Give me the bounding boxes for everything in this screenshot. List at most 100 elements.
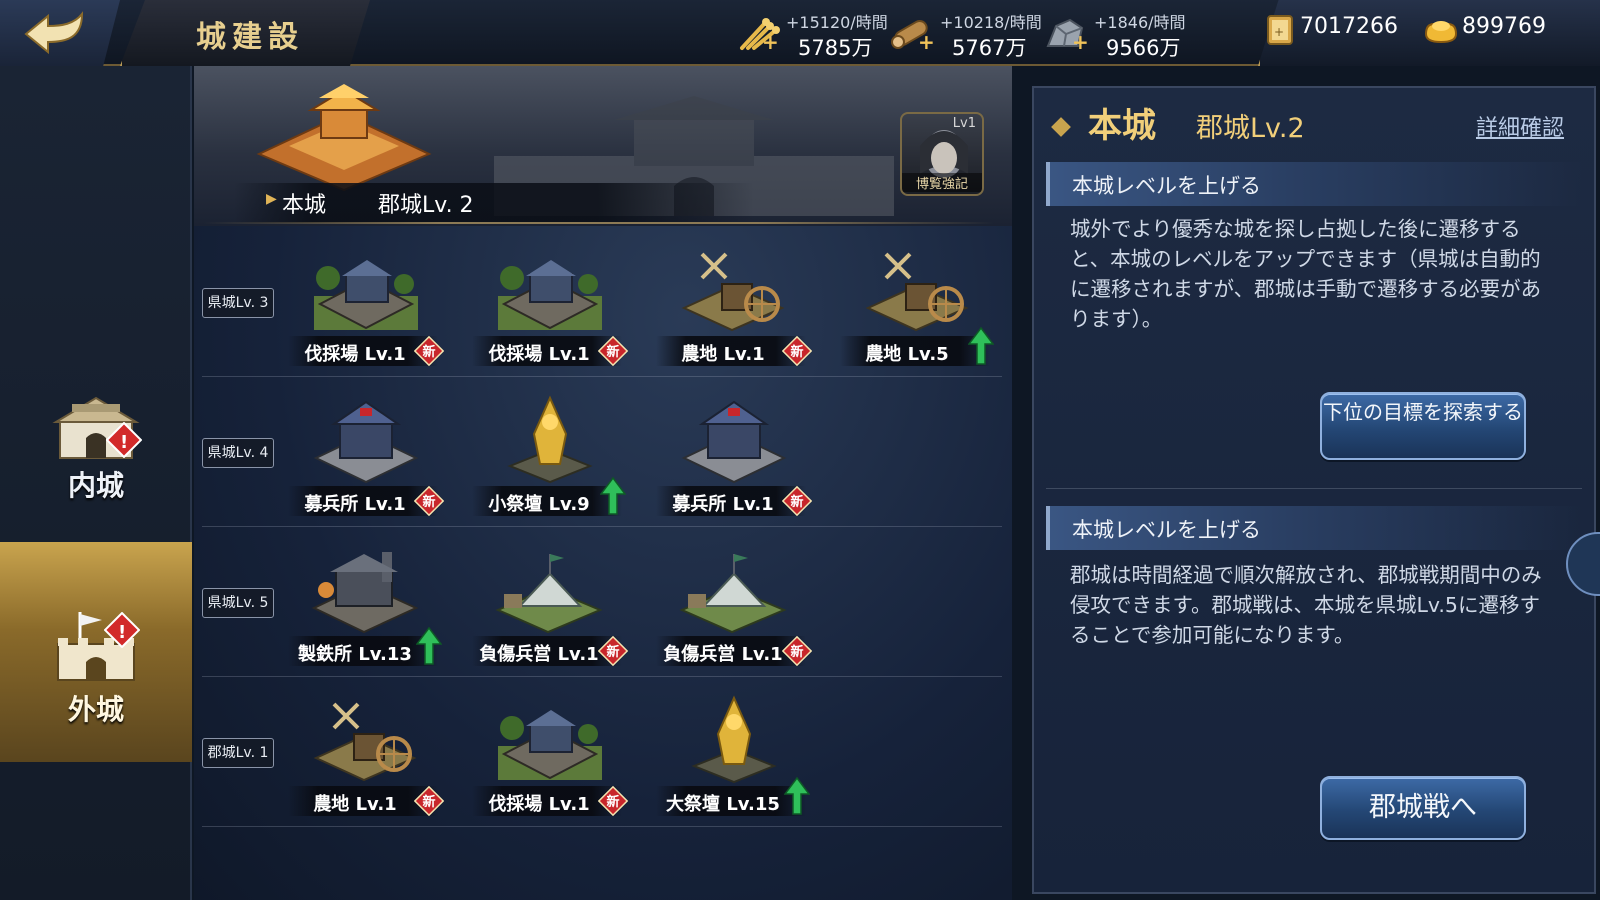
tab-inner-city-label: 内城	[67, 469, 124, 502]
building-card[interactable]: 伐採場 Lv.1 新	[464, 694, 634, 828]
tab-outer-city[interactable]: ! 外城	[0, 542, 192, 762]
building-name: 負傷兵営 Lv.1	[479, 644, 599, 665]
detail-panel: 本城 郡城Lv.2 詳細確認 本城レベルを上げる 城外でより優秀な城を探し占拠し…	[1032, 86, 1596, 894]
divider	[1046, 488, 1582, 489]
upgrade-arrow-icon	[416, 626, 442, 665]
svg-text:新: 新	[606, 344, 619, 360]
divider	[202, 526, 1002, 527]
main-city-name: 本城	[282, 193, 327, 218]
upgrade-arrow-icon	[600, 476, 626, 515]
search-lower-target-button[interactable]: 下位の目標を探索する	[1320, 392, 1526, 460]
section-body: 城外でより優秀な城を探し占拠した後に遷移すると、本城のレベルをアップできます（県…	[1070, 217, 1542, 331]
building-card[interactable]: 募兵所 Lv.1 新	[280, 394, 450, 528]
building-card[interactable]: 製鉄所 Lv.13	[280, 544, 450, 678]
new-badge-icon: 新	[782, 486, 812, 516]
barracks-building-icon	[681, 400, 787, 484]
lumber-building-icon	[498, 710, 602, 780]
panel-subtitle: 郡城Lv.2	[1196, 113, 1305, 144]
back-button[interactable]	[0, 0, 120, 66]
ironworks-building-icon	[311, 552, 419, 634]
back-arrow-icon	[24, 11, 84, 55]
book-level: Lv1	[952, 116, 976, 131]
lumber-building-icon	[314, 260, 418, 330]
building-list[interactable]: ▶ 本城 郡城Lv. 2 Lv1 博覧強記 県城Lv. 3 伐採場 Lv.1 新伐採…	[194, 66, 1012, 900]
new-badge-icon: 新	[598, 786, 628, 816]
building-name: 伐採場 Lv.1	[488, 794, 590, 815]
pointer-icon: ▶	[266, 191, 277, 207]
diamond-icon	[1051, 117, 1071, 137]
lumber-building-icon	[498, 260, 602, 330]
building-name: 募兵所 Lv.1	[304, 494, 406, 515]
tier-label: 県城Lv. 5	[202, 588, 274, 618]
svg-text:新: 新	[422, 344, 435, 360]
svg-text:!: !	[120, 432, 128, 453]
upgrade-arrow-icon	[968, 326, 994, 365]
svg-text:新: 新	[790, 644, 803, 660]
building-row: 県城Lv. 5 製鉄所 Lv.13 負傷兵営 Lv.1 新負傷兵営 Lv.1 新	[194, 528, 1012, 678]
currency-silver-amount: 7017266	[1300, 14, 1398, 39]
page-title: 城建設	[196, 20, 304, 55]
building-name: 伐採場 Lv.1	[304, 344, 406, 365]
tier-label: 県城Lv. 4	[202, 438, 274, 468]
new-badge-icon: 新	[598, 636, 628, 666]
section-body: 郡城は時間経過で順次解放され、郡城戦期間中のみ侵攻できます。郡城戦は、本城を県城…	[1070, 563, 1542, 647]
section-heading: 本城レベルを上げる	[1046, 162, 1582, 206]
gold-ingot-icon[interactable]	[1422, 10, 1460, 50]
main-city-banner[interactable]: ▶ 本城 郡城Lv. 2 Lv1 博覧強記	[194, 66, 1012, 226]
building-card[interactable]: 負傷兵営 Lv.1 新	[648, 544, 818, 678]
main-castle-illustration	[256, 84, 432, 192]
section-heading: 本城レベルを上げる	[1046, 506, 1582, 550]
silver-scroll-icon[interactable]: +	[1262, 10, 1300, 50]
camp-building-icon	[679, 554, 787, 634]
divider	[202, 826, 1002, 827]
go-to-gunjo-war-button[interactable]: 郡城戦へ	[1320, 776, 1526, 840]
building-name: 製鉄所 Lv.13	[298, 644, 412, 665]
building-card[interactable]: 募兵所 Lv.1 新	[648, 394, 818, 528]
camp-building-icon	[495, 554, 603, 634]
detail-link[interactable]: 詳細確認	[1476, 110, 1564, 142]
building-name: 大祭壇 Lv.15	[666, 794, 780, 815]
tab-inner-city[interactable]: ! 内城	[0, 286, 192, 506]
tier-label: 郡城Lv. 1	[202, 738, 274, 768]
svg-text:+: +	[1274, 25, 1284, 39]
main-city-level: 郡城Lv. 2	[378, 193, 474, 218]
tab-outer-city-label: 外城	[67, 693, 124, 726]
svg-text:新: 新	[422, 794, 435, 810]
resource-amount: 5767万	[952, 36, 1027, 60]
upgrade-arrow-icon	[784, 776, 810, 815]
divider	[204, 222, 994, 224]
section-heading-text: 本城レベルを上げる	[1072, 518, 1261, 542]
building-name: 伐採場 Lv.1	[488, 344, 590, 365]
divider	[202, 376, 1002, 377]
building-card[interactable]: 伐採場 Lv.1 新	[464, 244, 634, 378]
new-badge-icon: 新	[782, 636, 812, 666]
book-label: 博覧強記	[902, 173, 982, 192]
book-skill-button[interactable]: Lv1 博覧強記	[900, 112, 984, 196]
building-card[interactable]: 農地 Lv.1 新	[280, 694, 450, 828]
main-city-label: ▶ 本城 郡城Lv. 2	[234, 183, 754, 223]
tier-label: 県城Lv. 3	[202, 288, 274, 318]
svg-text:新: 新	[606, 794, 619, 810]
building-card[interactable]: 農地 Lv.1 新	[648, 244, 818, 378]
building-card[interactable]: 小祭壇 Lv.9	[464, 394, 634, 528]
building-card[interactable]: 伐採場 Lv.1 新	[280, 244, 450, 378]
building-card[interactable]: 負傷兵営 Lv.1 新	[464, 544, 634, 678]
new-badge-icon: 新	[598, 336, 628, 366]
alert-icon: !	[104, 612, 140, 648]
altar-building-icon	[507, 395, 593, 484]
building-card[interactable]: 農地 Lv.5	[832, 244, 1002, 378]
svg-text:新: 新	[422, 494, 435, 510]
farm-building-icon	[681, 252, 785, 332]
svg-text:新: 新	[606, 644, 619, 660]
resource-amount: 5785万	[798, 36, 873, 60]
currency-gold-amount: 899769	[1462, 14, 1546, 39]
resource-rate: +15120/時間	[786, 13, 888, 32]
top-bar: 城建設 + +15120/時間 5785万 + +10218/時間 5767万 …	[0, 0, 1600, 66]
building-row: 県城Lv. 4 募兵所 Lv.1 新 小祭壇 Lv.9 募兵所 Lv.1 新	[194, 378, 1012, 528]
building-name: 農地 Lv.1	[313, 794, 397, 815]
new-badge-icon: 新	[782, 336, 812, 366]
building-card[interactable]: 大祭壇 Lv.15	[648, 694, 818, 828]
resource-amount: 9566万	[1106, 36, 1181, 60]
new-badge-icon: 新	[414, 336, 444, 366]
section-heading-text: 本城レベルを上げる	[1072, 174, 1261, 198]
